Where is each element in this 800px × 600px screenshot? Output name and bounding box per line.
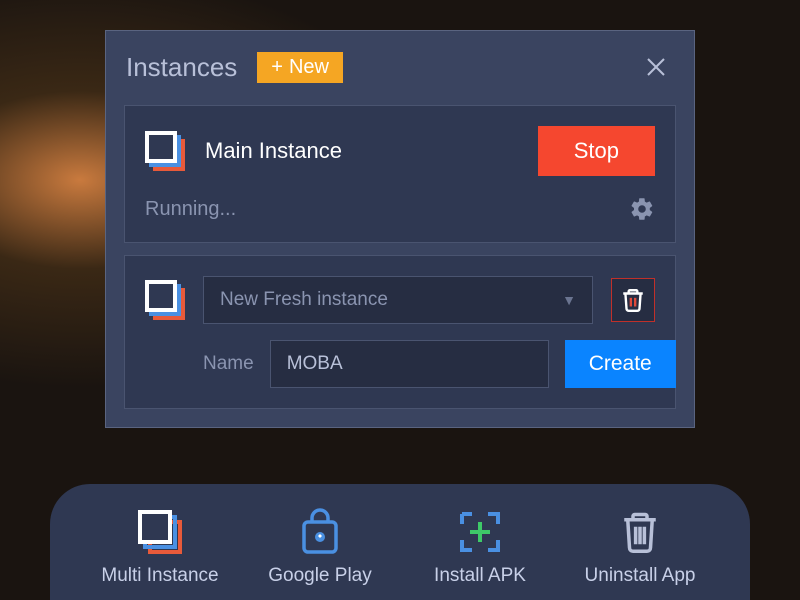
- new-instance-button[interactable]: + New: [257, 52, 343, 83]
- uninstall-trash-icon: [619, 508, 661, 556]
- name-field-label: Name: [203, 353, 254, 375]
- instance-status: Running...: [145, 198, 629, 221]
- close-icon: [644, 55, 668, 79]
- instances-dialog: Instances + New Main Instance Stop Runni…: [105, 30, 695, 428]
- install-apk-label: Install APK: [434, 565, 526, 587]
- trash-icon: [620, 286, 646, 314]
- create-top-row: New Fresh instance ▼: [145, 276, 655, 324]
- delete-instance-button[interactable]: [611, 278, 655, 322]
- uninstall-app-tool[interactable]: Uninstall App: [570, 507, 710, 587]
- dialog-header: Instances + New: [106, 31, 694, 95]
- chevron-down-icon: ▼: [562, 292, 576, 308]
- bottom-toolbar: Multi Instance Google Play Install APK: [50, 484, 750, 600]
- install-apk-icon: [456, 508, 504, 556]
- uninstall-app-label: Uninstall App: [585, 565, 696, 587]
- name-row: Name Create: [145, 340, 655, 388]
- plus-icon: +: [271, 56, 283, 79]
- google-play-tool[interactable]: Google Play: [250, 507, 390, 587]
- create-instance-panel: New Fresh instance ▼ Name Create: [124, 255, 676, 409]
- multi-instance-label: Multi Instance: [101, 565, 218, 587]
- instance-card: Main Instance Stop Running...: [124, 105, 676, 243]
- multi-instance-icon: [138, 510, 182, 554]
- stop-button[interactable]: Stop: [538, 126, 655, 176]
- instance-settings-button[interactable]: [629, 196, 655, 222]
- gear-icon: [629, 196, 655, 222]
- google-play-label: Google Play: [268, 565, 372, 587]
- create-button[interactable]: Create: [565, 340, 676, 388]
- multi-instance-icon: [145, 280, 185, 320]
- multi-instance-tool[interactable]: Multi Instance: [90, 507, 230, 587]
- install-apk-tool[interactable]: Install APK: [410, 507, 550, 587]
- new-button-label: New: [289, 56, 329, 79]
- instance-type-dropdown[interactable]: New Fresh instance ▼: [203, 276, 593, 324]
- instance-name-input[interactable]: [270, 340, 549, 388]
- instance-name: Main Instance: [205, 138, 518, 164]
- instance-status-row: Running...: [145, 196, 655, 222]
- dialog-title: Instances: [126, 52, 237, 83]
- google-play-icon: [298, 508, 342, 556]
- close-button[interactable]: [638, 49, 674, 85]
- multi-instance-icon: [145, 131, 185, 171]
- instance-row: Main Instance Stop: [145, 126, 655, 176]
- dropdown-selected-label: New Fresh instance: [220, 289, 388, 311]
